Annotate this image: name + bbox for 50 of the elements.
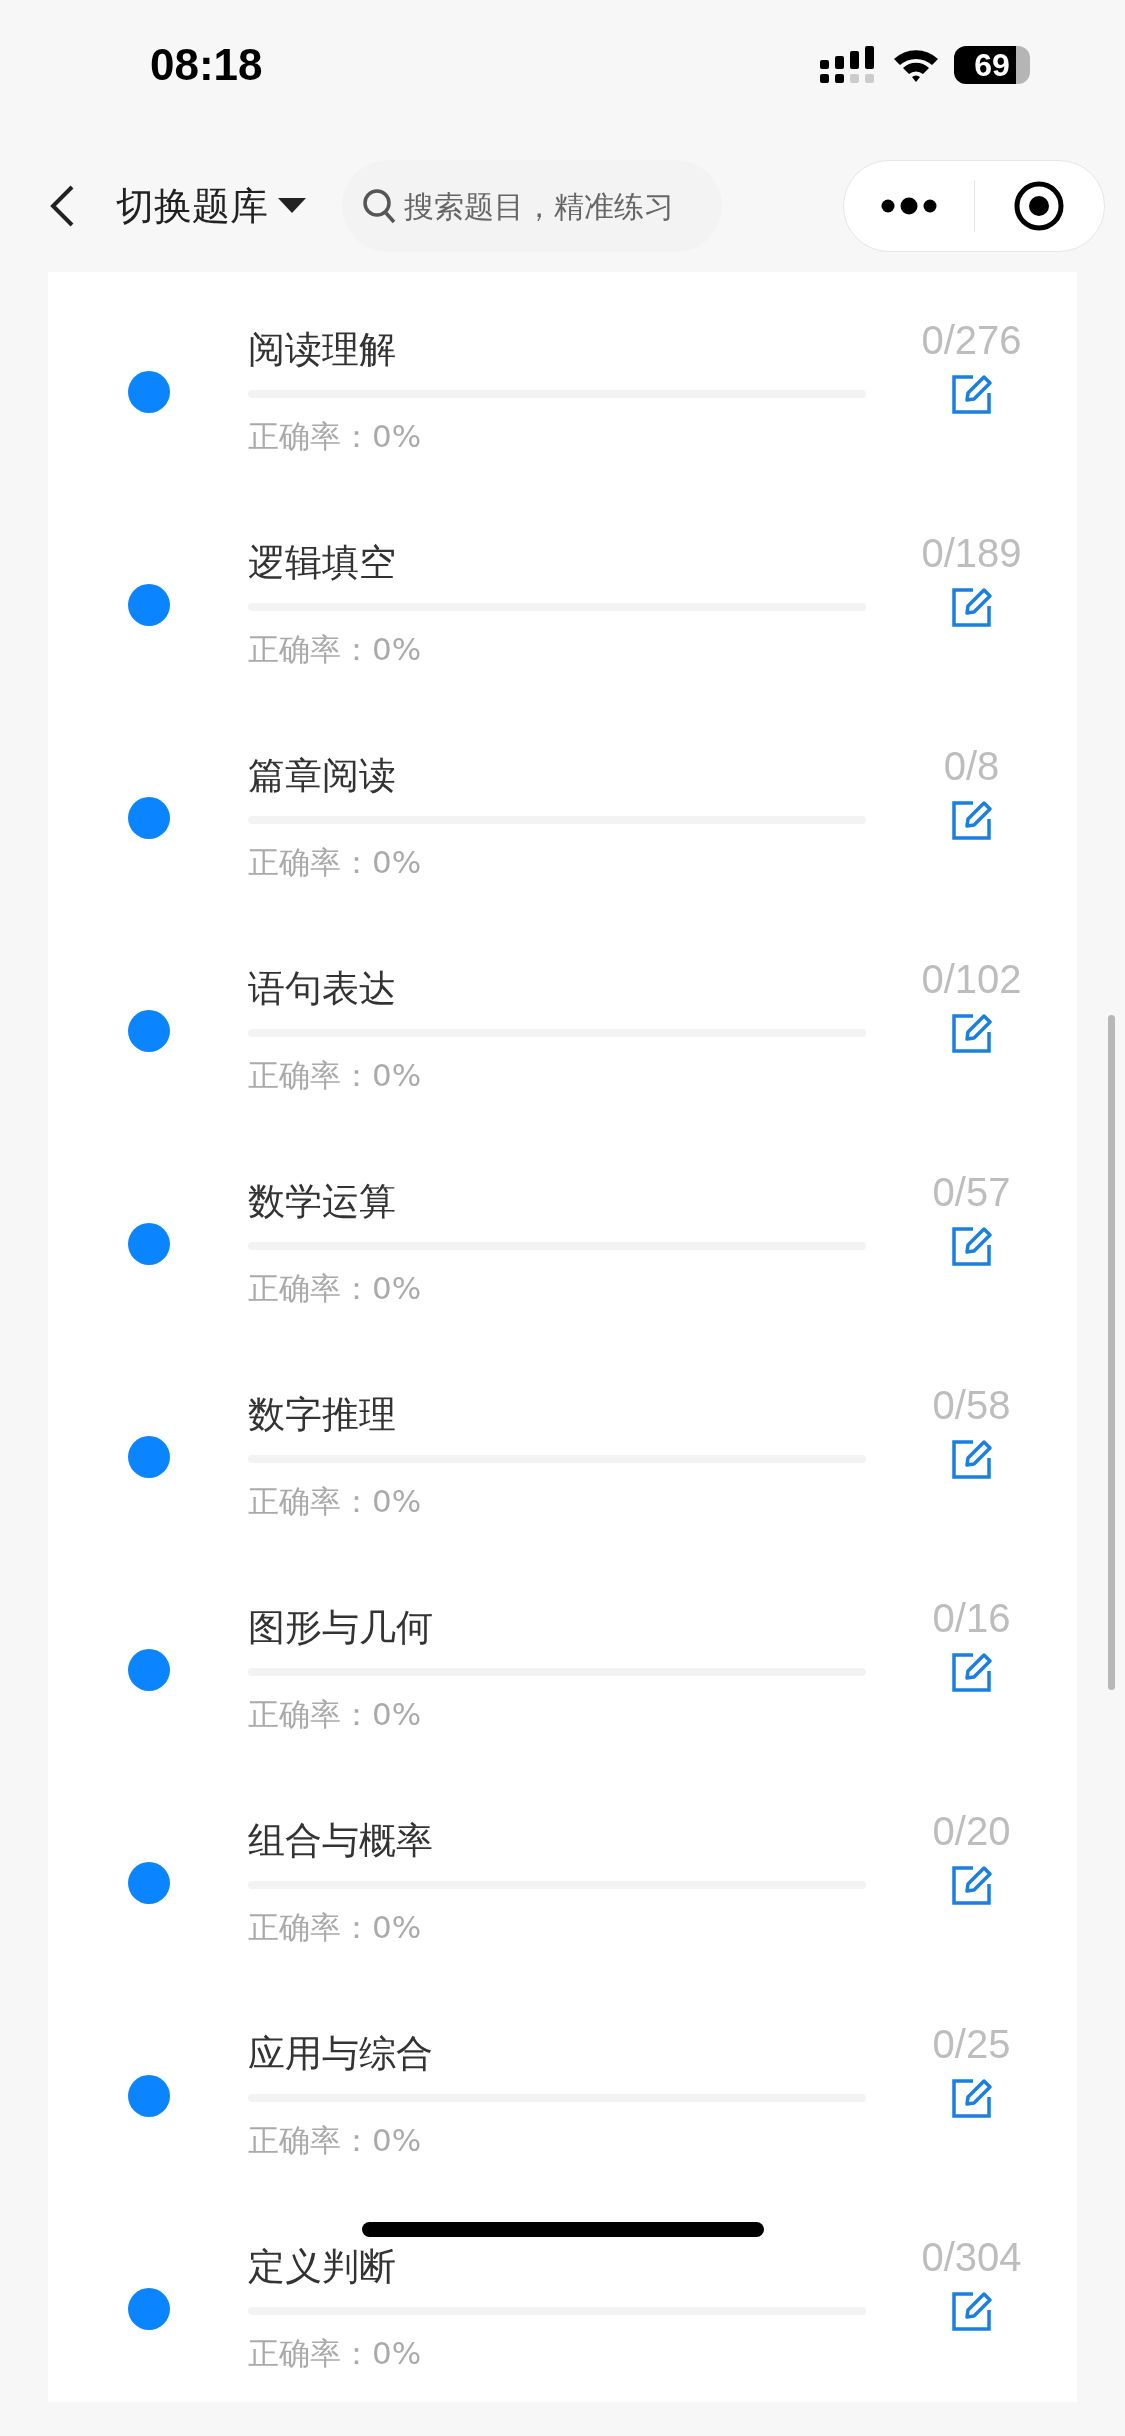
- edit-icon[interactable]: [950, 1651, 993, 1693]
- back-icon[interactable]: [48, 184, 76, 228]
- accuracy-label: 正确率：0%: [248, 1055, 423, 1095]
- edit-icon[interactable]: [950, 1438, 993, 1480]
- accuracy-label: 正确率：0%: [248, 2120, 423, 2160]
- close-target-icon[interactable]: [1013, 180, 1066, 232]
- accuracy-label: 正确率：0%: [248, 629, 423, 669]
- category-name[interactable]: 数字推理: [248, 1392, 866, 1437]
- accuracy-label: 正确率：0%: [248, 1694, 423, 1734]
- category-name[interactable]: 组合与概率: [248, 1818, 866, 1863]
- question-count: 0/8: [943, 744, 1000, 789]
- edit-icon[interactable]: [950, 2290, 993, 2332]
- question-count: 0/16: [932, 1596, 1011, 1641]
- accuracy-label: 正确率：0%: [248, 1481, 423, 1521]
- question-count: 0/189: [921, 531, 1022, 576]
- question-count: 0/57: [932, 1170, 1011, 1215]
- category-name[interactable]: 定义判断: [248, 2244, 866, 2289]
- category-name[interactable]: 阅读理解: [248, 327, 866, 372]
- more-icon[interactable]: [880, 197, 937, 215]
- question-count: 0/58: [932, 1383, 1011, 1428]
- question-count: 0/102: [921, 957, 1022, 1002]
- scrollbar[interactable]: [1108, 1015, 1115, 1690]
- question-count: 0/304: [921, 2235, 1022, 2280]
- question-count: 0/25: [932, 2022, 1011, 2067]
- category-name[interactable]: 数学运算: [248, 1179, 866, 1224]
- edit-icon[interactable]: [950, 1012, 993, 1054]
- accuracy-label: 正确率：0%: [248, 416, 423, 456]
- category-name[interactable]: 语句表达: [248, 966, 866, 1011]
- edit-icon[interactable]: [950, 373, 993, 415]
- accuracy-label: 正确率：0%: [248, 1907, 423, 1947]
- dropdown-caret-icon[interactable]: [278, 198, 306, 214]
- accuracy-label: 正确率：0%: [248, 842, 423, 882]
- accuracy-label: 正确率：0%: [248, 2333, 423, 2373]
- wifi-icon: [892, 47, 940, 83]
- question-count: 0/20: [932, 1809, 1011, 1854]
- bank-switch-title[interactable]: 切换题库: [116, 180, 268, 232]
- category-name[interactable]: 应用与综合: [248, 2031, 866, 2076]
- category-name[interactable]: 图形与几何: [248, 1605, 866, 1650]
- edit-icon[interactable]: [950, 1864, 993, 1906]
- search-field[interactable]: 搜索题目，精准练习: [342, 160, 722, 252]
- category-name[interactable]: 逻辑填空: [248, 540, 866, 585]
- edit-icon[interactable]: [950, 799, 993, 841]
- accuracy-label: 正确率：0%: [248, 1268, 423, 1308]
- question-count: 0/276: [921, 318, 1022, 363]
- battery-indicator: 69: [954, 46, 1030, 84]
- status-time: 08:18: [150, 40, 263, 90]
- category-name[interactable]: 篇章阅读: [248, 753, 866, 798]
- edit-icon[interactable]: [950, 2077, 993, 2119]
- edit-icon[interactable]: [950, 586, 993, 628]
- edit-icon[interactable]: [950, 1225, 993, 1267]
